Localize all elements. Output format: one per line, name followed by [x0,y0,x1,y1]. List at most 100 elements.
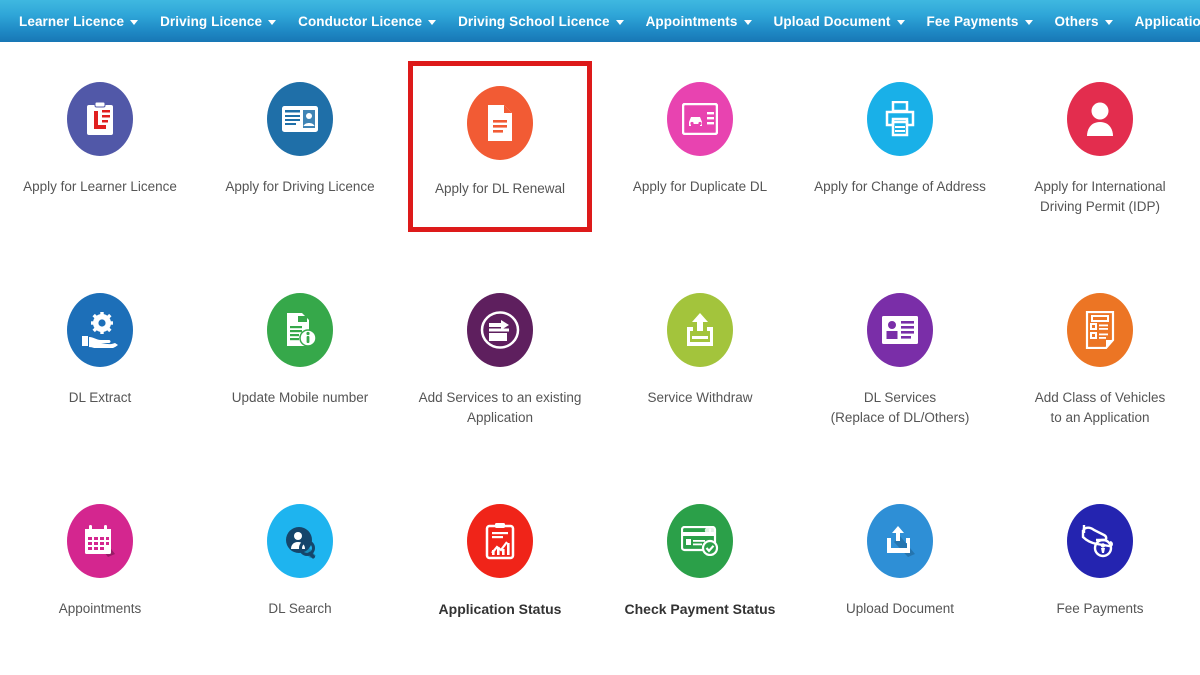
icon-container [63,293,137,367]
service-tile-apply-for-dl-renewal[interactable]: Apply for DL Renewal [408,61,592,232]
service-tile-label: Apply for International Driving Permit (… [1034,179,1166,214]
nav-item-upload-document[interactable]: Upload Document [763,0,916,42]
service-tile-apply-for-international-driving-permit-idp[interactable]: Apply for International Driving Permit (… [1000,64,1200,275]
nav-item-application-status[interactable]: Application Status [1124,0,1200,42]
service-tile-label: Service Withdraw [647,390,753,405]
icon-container [663,82,737,156]
service-tile-apply-for-driving-licence[interactable]: Apply for Driving Licence [200,64,400,275]
icon-container [263,293,337,367]
nav-item-label: Driving School Licence [458,13,610,29]
icon-container [863,82,937,156]
service-tile-application-status[interactable]: Application Status [400,486,600,675]
nav-item-label: Learner Licence [19,13,125,29]
id-card-icon [267,82,333,156]
service-tile-add-class-of-vehicles-to-an-application[interactable]: Add Class of Vehicles to an Application [1000,275,1200,486]
chevron-down-icon [1024,19,1033,25]
nav-item-label: Others [1054,13,1099,29]
service-tile-service-withdraw[interactable]: Service Withdraw [600,275,800,486]
nav-item-learner-licence[interactable]: Learner Licence [8,0,149,42]
document-info-icon [267,293,333,367]
service-tile-label: Apply for Duplicate DL [632,179,768,194]
nav-item-label: Application Status [1134,13,1200,29]
chevron-down-icon [130,19,139,25]
service-tile-label: Check Payment Status [624,601,776,617]
icon-container [1063,82,1137,156]
service-tile-label: DL Services (Replace of DL/Others) [830,390,970,425]
icon-container [663,293,737,367]
service-tile-apply-for-duplicate-dl[interactable]: Apply for Duplicate DL [600,64,800,275]
service-tile-label: Fee Payments [1056,601,1144,616]
chevron-down-icon [428,19,437,25]
service-tile-label: DL Extract [68,390,132,405]
service-tile-dl-search[interactable]: DL Search [200,486,400,675]
icon-container [1063,504,1137,578]
service-tile-label: Upload Document [845,601,955,616]
service-tile-label: Application Status [438,601,562,617]
icon-container [263,504,337,578]
service-tile-label: Add Services to an existing Application [418,390,582,425]
nav-item-appointments[interactable]: Appointments [635,0,763,42]
icon-container [263,82,337,156]
clipboard-chart-icon [467,504,533,578]
id-badge-icon [867,293,933,367]
service-tile-apply-for-change-of-address[interactable]: Apply for Change of Address [800,64,1000,275]
service-tile-label: DL Search [268,601,332,616]
upload-box-icon [867,504,933,578]
nav-item-label: Fee Payments [926,13,1019,29]
chevron-down-icon [268,19,277,25]
service-tile-apply-for-learner-licence[interactable]: Apply for Learner Licence [0,64,200,275]
hand-coin-icon [1067,504,1133,578]
clipboard-l-icon [67,82,133,156]
service-tile-update-mobile-number[interactable]: Update Mobile number [200,275,400,486]
icon-container [463,293,537,367]
card-check-icon [667,504,733,578]
hand-gear-icon [67,293,133,367]
form-list-icon [1067,293,1133,367]
service-tile-fee-payments[interactable]: Fee Payments [1000,486,1200,675]
service-tile-add-services-to-an-existing-application[interactable]: Add Services to an existing Application [400,275,600,486]
person-search-icon [267,504,333,578]
icon-container [463,86,537,160]
calendar-icon [67,504,133,578]
nav-item-driving-licence[interactable]: Driving Licence [149,0,287,42]
icon-container [1063,293,1137,367]
icon-container [63,82,137,156]
nav-item-label: Upload Document [773,13,891,29]
nav-item-conductor-licence[interactable]: Conductor Licence [287,0,447,42]
chevron-down-icon [896,19,905,25]
car-card-icon [667,82,733,156]
service-tile-dl-services-replace-of-dl-others[interactable]: DL Services (Replace of DL/Others) [800,275,1000,486]
nav-item-label: Driving Licence [160,13,263,29]
service-tile-label: Update Mobile number [231,390,369,405]
service-tile-appointments[interactable]: Appointments [0,486,200,675]
nav-item-driving-school-licence[interactable]: Driving School Licence [447,0,634,42]
service-tile-check-payment-status[interactable]: Check Payment Status [600,486,800,675]
printer-icon [867,82,933,156]
document-arrow-ring-icon [467,293,533,367]
user-person-icon [1067,82,1133,156]
upload-tray-icon [667,293,733,367]
chevron-down-icon [1104,19,1113,25]
nav-item-others[interactable]: Others [1044,0,1124,42]
document-page-icon [467,86,533,160]
icon-container [463,504,537,578]
service-tile-label: Apply for Driving Licence [225,179,375,194]
service-tile-label: Appointments [58,601,142,616]
service-tile-grid: Apply for Learner Licence Apply for Driv… [0,42,1200,675]
service-tile-upload-document[interactable]: Upload Document [800,486,1000,675]
service-tile-label: Apply for DL Renewal [434,181,566,196]
icon-container [863,293,937,367]
icon-container [863,504,937,578]
service-tile-label: Apply for Change of Address [814,179,986,194]
nav-item-fee-payments[interactable]: Fee Payments [916,0,1044,42]
service-tile-dl-extract[interactable]: DL Extract [0,275,200,486]
chevron-down-icon [743,19,752,25]
icon-container [63,504,137,578]
nav-item-label: Appointments [645,13,738,29]
service-tile-label: Add Class of Vehicles to an Application [1034,390,1166,425]
main-navigation-bar: Learner Licence Driving Licence Conducto… [0,0,1200,42]
chevron-down-icon [615,19,624,25]
icon-container [663,504,737,578]
service-tile-label: Apply for Learner Licence [23,179,177,194]
nav-item-label: Conductor Licence [298,13,423,29]
